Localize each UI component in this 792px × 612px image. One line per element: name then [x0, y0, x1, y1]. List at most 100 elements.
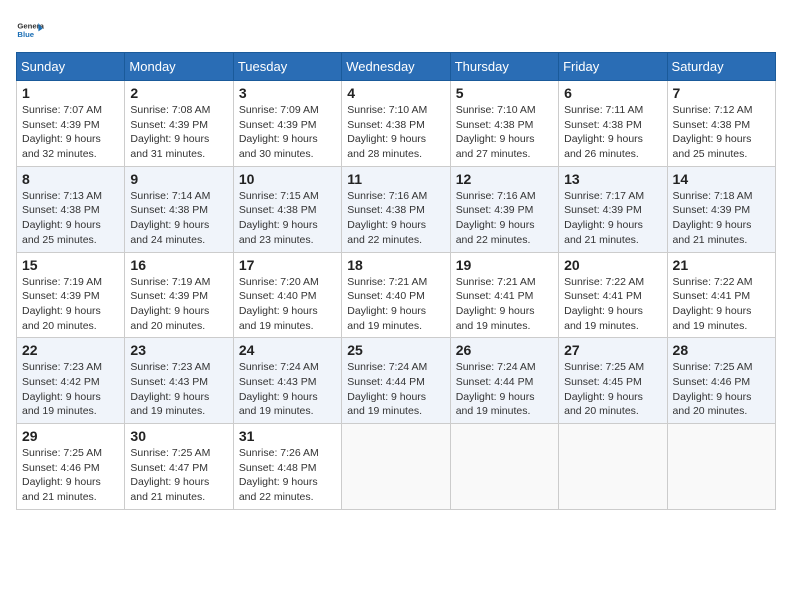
day-detail: Sunrise: 7:11 AMSunset: 4:38 PMDaylight:…	[564, 103, 661, 162]
header-thursday: Thursday	[450, 53, 558, 81]
day-detail: Sunrise: 7:16 AMSunset: 4:39 PMDaylight:…	[456, 189, 553, 248]
day-number: 19	[456, 257, 553, 273]
day-cell-6: 6 Sunrise: 7:11 AMSunset: 4:38 PMDaylight…	[559, 81, 667, 167]
day-cell-7: 7Sunrise: 7:12 AMSunset: 4:38 PMDaylight…	[667, 81, 775, 167]
day-cell-11: 11 Sunrise: 7:16 AMSunset: 4:38 PMDayligh…	[342, 166, 450, 252]
day-detail: Sunrise: 7:20 AMSunset: 4:40 PMDaylight:…	[239, 275, 336, 334]
day-number: 8	[22, 171, 119, 187]
day-cell-14: 14 Sunrise: 7:18 AMSunset: 4:39 PMDayligh…	[667, 166, 775, 252]
day-number: 22	[22, 342, 119, 358]
day-number: 3	[239, 85, 336, 101]
day-cell-5: 5 Sunrise: 7:10 AMSunset: 4:38 PMDaylight…	[450, 81, 558, 167]
day-detail: Sunrise: 7:19 AMSunset: 4:39 PMDaylight:…	[130, 275, 227, 334]
day-number: 26	[456, 342, 553, 358]
calendar: SundayMondayTuesdayWednesdayThursdayFrid…	[16, 52, 776, 510]
day-number: 30	[130, 428, 227, 444]
day-detail: Sunrise: 7:19 AMSunset: 4:39 PMDaylight:…	[22, 275, 119, 334]
header-wednesday: Wednesday	[342, 53, 450, 81]
day-number: 2	[130, 85, 227, 101]
day-cell-2: 2 Sunrise: 7:08 AMSunset: 4:39 PMDaylight…	[125, 81, 233, 167]
day-detail: Sunrise: 7:25 AMSunset: 4:45 PMDaylight:…	[564, 360, 661, 419]
day-detail: Sunrise: 7:16 AMSunset: 4:38 PMDaylight:…	[347, 189, 444, 248]
day-detail: Sunrise: 7:24 AMSunset: 4:44 PMDaylight:…	[456, 360, 553, 419]
svg-text:Blue: Blue	[17, 30, 34, 39]
day-cell-27: 27 Sunrise: 7:25 AMSunset: 4:45 PMDayligh…	[559, 338, 667, 424]
day-detail: Sunrise: 7:23 AMSunset: 4:43 PMDaylight:…	[130, 360, 227, 419]
header-tuesday: Tuesday	[233, 53, 341, 81]
logo: General Blue	[16, 16, 44, 44]
day-number: 4	[347, 85, 444, 101]
day-number: 20	[564, 257, 661, 273]
day-number: 15	[22, 257, 119, 273]
day-cell-10: 10 Sunrise: 7:15 AMSunset: 4:38 PMDayligh…	[233, 166, 341, 252]
day-detail: Sunrise: 7:13 AMSunset: 4:38 PMDaylight:…	[22, 189, 119, 248]
week-row-2: 8 Sunrise: 7:13 AMSunset: 4:38 PMDaylight…	[17, 166, 776, 252]
week-row-4: 22Sunrise: 7:23 AMSunset: 4:42 PMDayligh…	[17, 338, 776, 424]
day-detail: Sunrise: 7:09 AMSunset: 4:39 PMDaylight:…	[239, 103, 336, 162]
day-detail: Sunrise: 7:12 AMSunset: 4:38 PMDaylight:…	[673, 103, 770, 162]
empty-cell	[667, 424, 775, 510]
day-cell-24: 24 Sunrise: 7:24 AMSunset: 4:43 PMDayligh…	[233, 338, 341, 424]
day-detail: Sunrise: 7:21 AMSunset: 4:40 PMDaylight:…	[347, 275, 444, 334]
day-number: 13	[564, 171, 661, 187]
day-cell-31: 31 Sunrise: 7:26 AMSunset: 4:48 PMDayligh…	[233, 424, 341, 510]
day-number: 27	[564, 342, 661, 358]
day-cell-23: 23 Sunrise: 7:23 AMSunset: 4:43 PMDayligh…	[125, 338, 233, 424]
day-number: 10	[239, 171, 336, 187]
day-cell-18: 18 Sunrise: 7:21 AMSunset: 4:40 PMDayligh…	[342, 252, 450, 338]
day-number: 14	[673, 171, 770, 187]
day-cell-12: 12Sunrise: 7:16 AMSunset: 4:39 PMDayligh…	[450, 166, 558, 252]
day-number: 11	[347, 171, 444, 187]
logo-icon: General Blue	[16, 16, 44, 44]
day-number: 18	[347, 257, 444, 273]
day-cell-20: 20 Sunrise: 7:22 AMSunset: 4:41 PMDayligh…	[559, 252, 667, 338]
day-cell-13: 13 Sunrise: 7:17 AMSunset: 4:39 PMDayligh…	[559, 166, 667, 252]
day-detail: Sunrise: 7:18 AMSunset: 4:39 PMDaylight:…	[673, 189, 770, 248]
day-detail: Sunrise: 7:22 AMSunset: 4:41 PMDaylight:…	[673, 275, 770, 334]
day-detail: Sunrise: 7:21 AMSunset: 4:41 PMDaylight:…	[456, 275, 553, 334]
week-row-1: 1 Sunrise: 7:07 AMSunset: 4:39 PMDaylight…	[17, 81, 776, 167]
day-detail: Sunrise: 7:17 AMSunset: 4:39 PMDaylight:…	[564, 189, 661, 248]
day-detail: Sunrise: 7:08 AMSunset: 4:39 PMDaylight:…	[130, 103, 227, 162]
day-detail: Sunrise: 7:25 AMSunset: 4:46 PMDaylight:…	[22, 446, 119, 505]
day-detail: Sunrise: 7:25 AMSunset: 4:46 PMDaylight:…	[673, 360, 770, 419]
week-row-5: 29 Sunrise: 7:25 AMSunset: 4:46 PMDayligh…	[17, 424, 776, 510]
day-cell-19: 19 Sunrise: 7:21 AMSunset: 4:41 PMDayligh…	[450, 252, 558, 338]
page-header: General Blue	[16, 16, 776, 44]
day-detail: Sunrise: 7:26 AMSunset: 4:48 PMDaylight:…	[239, 446, 336, 505]
calendar-header-row: SundayMondayTuesdayWednesdayThursdayFrid…	[17, 53, 776, 81]
header-monday: Monday	[125, 53, 233, 81]
day-number: 28	[673, 342, 770, 358]
day-detail: Sunrise: 7:15 AMSunset: 4:38 PMDaylight:…	[239, 189, 336, 248]
day-cell-16: 16 Sunrise: 7:19 AMSunset: 4:39 PMDayligh…	[125, 252, 233, 338]
day-cell-25: 25Sunrise: 7:24 AMSunset: 4:44 PMDayligh…	[342, 338, 450, 424]
day-detail: Sunrise: 7:14 AMSunset: 4:38 PMDaylight:…	[130, 189, 227, 248]
day-number: 16	[130, 257, 227, 273]
day-cell-30: 30 Sunrise: 7:25 AMSunset: 4:47 PMDayligh…	[125, 424, 233, 510]
day-cell-8: 8 Sunrise: 7:13 AMSunset: 4:38 PMDaylight…	[17, 166, 125, 252]
day-number: 5	[456, 85, 553, 101]
empty-cell	[559, 424, 667, 510]
header-friday: Friday	[559, 53, 667, 81]
day-detail: Sunrise: 7:10 AMSunset: 4:38 PMDaylight:…	[456, 103, 553, 162]
day-detail: Sunrise: 7:24 AMSunset: 4:43 PMDaylight:…	[239, 360, 336, 419]
header-sunday: Sunday	[17, 53, 125, 81]
day-cell-9: 9 Sunrise: 7:14 AMSunset: 4:38 PMDaylight…	[125, 166, 233, 252]
day-detail: Sunrise: 7:10 AMSunset: 4:38 PMDaylight:…	[347, 103, 444, 162]
day-detail: Sunrise: 7:07 AMSunset: 4:39 PMDaylight:…	[22, 103, 119, 162]
day-number: 6	[564, 85, 661, 101]
day-number: 24	[239, 342, 336, 358]
day-number: 9	[130, 171, 227, 187]
day-number: 31	[239, 428, 336, 444]
day-number: 21	[673, 257, 770, 273]
day-number: 1	[22, 85, 119, 101]
empty-cell	[342, 424, 450, 510]
day-number: 23	[130, 342, 227, 358]
day-cell-3: 3 Sunrise: 7:09 AMSunset: 4:39 PMDaylight…	[233, 81, 341, 167]
day-number: 29	[22, 428, 119, 444]
empty-cell	[450, 424, 558, 510]
day-detail: Sunrise: 7:22 AMSunset: 4:41 PMDaylight:…	[564, 275, 661, 334]
day-cell-4: 4 Sunrise: 7:10 AMSunset: 4:38 PMDaylight…	[342, 81, 450, 167]
day-detail: Sunrise: 7:25 AMSunset: 4:47 PMDaylight:…	[130, 446, 227, 505]
header-saturday: Saturday	[667, 53, 775, 81]
